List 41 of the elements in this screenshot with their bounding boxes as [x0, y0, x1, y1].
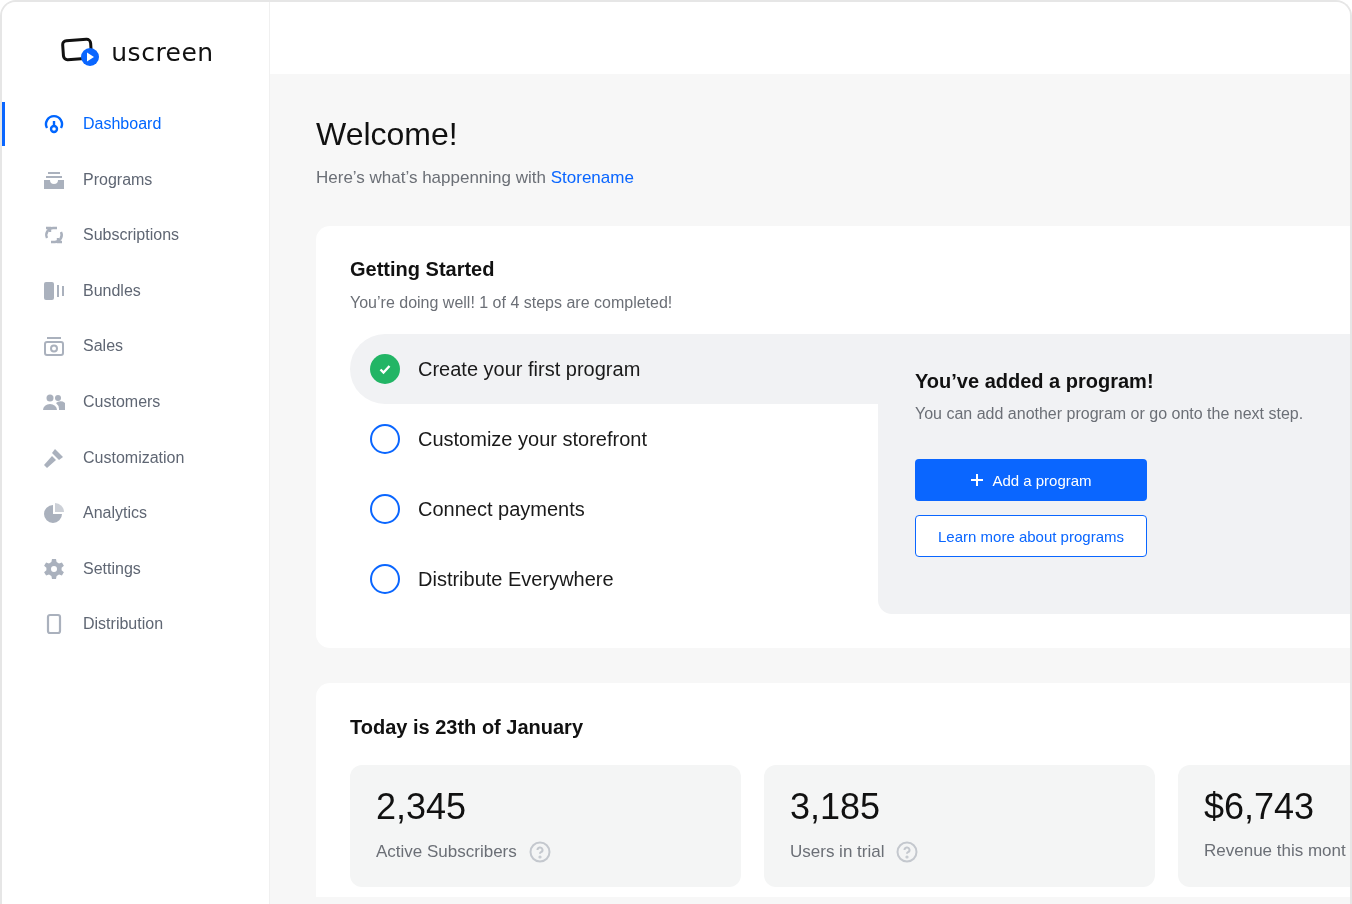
help-icon[interactable]	[528, 841, 551, 863]
brand-name: uscreen	[111, 37, 214, 67]
stat-value: 3,185	[790, 785, 882, 829]
step-item[interactable]: Distribute Everywhere	[350, 544, 878, 614]
stat-value: $6,743	[1204, 785, 1316, 829]
card-title: Getting Started	[350, 257, 496, 282]
help-icon[interactable]	[896, 841, 919, 863]
sidebar-item[interactable]: Distribution	[2, 602, 269, 647]
sidebar-item[interactable]: Programs	[2, 157, 269, 202]
sidebar-item[interactable]: Subscriptions	[2, 213, 269, 258]
panel-title: You’ve added a program!	[915, 370, 1155, 393]
stat-label: Active Subscribers	[376, 842, 517, 862]
sidebar-item[interactable]: Customers	[2, 379, 269, 424]
sidebar-item[interactable]: Sales	[2, 324, 269, 369]
plus-icon	[970, 473, 985, 487]
cash-icon	[43, 335, 65, 358]
step-item[interactable]: Customize your storefront	[350, 404, 878, 474]
settings-icon	[43, 557, 65, 580]
sidebar-item[interactable]: Bundles	[2, 268, 269, 313]
gauge-icon	[43, 113, 65, 135]
logo-icon	[61, 37, 102, 67]
step-item[interactable]: Create your first program	[350, 334, 878, 404]
bundle-icon	[43, 279, 65, 302]
stat-label: Revenue this mont	[1204, 841, 1346, 861]
date-heading: Today is 23th of January	[350, 715, 585, 740]
pie-chart-icon	[43, 502, 65, 525]
panel-text: You can add another program or go onto the next step.	[915, 405, 1305, 423]
store-link[interactable]: Storename	[550, 168, 634, 187]
learn-more-button[interactable]: Learn more about programs	[915, 515, 1147, 557]
step-item[interactable]: Connect payments	[350, 474, 878, 544]
welcome-text: Here’s what’s happenning with Storename	[316, 168, 635, 188]
progress-text: You’re doing well! 1 of 4 steps are completed!	[350, 294, 674, 312]
sidebar-item[interactable]: Customization	[2, 435, 269, 480]
add-program-button[interactable]: Add a program	[915, 459, 1147, 501]
sidebar-item[interactable]: Analytics	[2, 491, 269, 536]
sidebar-item[interactable]: Dashboard	[2, 102, 269, 146]
stat-value: 2,345	[376, 785, 468, 829]
stat-label: Users in trial	[790, 842, 885, 862]
hammer-icon	[43, 446, 65, 469]
sidebar-item[interactable]: Settings	[2, 546, 269, 591]
page-title: Welcome!	[316, 115, 459, 154]
